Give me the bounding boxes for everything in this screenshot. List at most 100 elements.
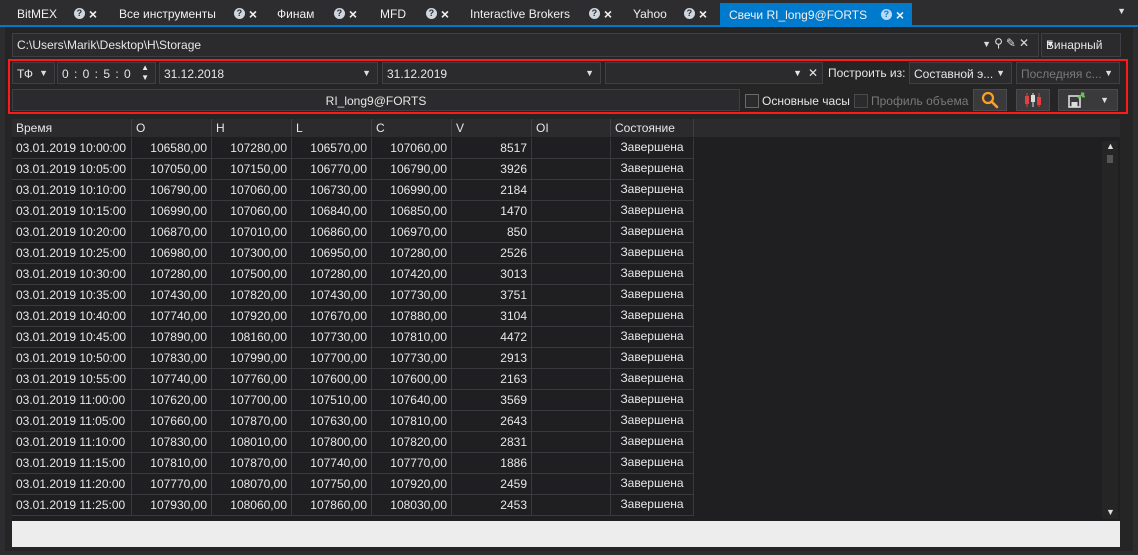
table-cell — [532, 474, 611, 495]
table-row[interactable]: 03.01.2019 11:05:00 107660,00 107870,00 107… — [12, 411, 694, 432]
help-icon[interactable]: ? — [425, 8, 437, 19]
timeframe-value: 0 : 0 : 5 : 0 — [62, 67, 132, 81]
export-button[interactable]: ▼ — [1058, 89, 1118, 111]
close-icon[interactable]: × — [441, 7, 449, 21]
table-row[interactable]: 03.01.2019 11:15:00 107810,00 107870,00 107… — [12, 453, 694, 474]
table-cell: Завершена — [611, 306, 694, 327]
help-icon[interactable]: ? — [683, 8, 695, 19]
table-row[interactable]: 03.01.2019 11:20:00 107770,00 108070,00 107… — [12, 474, 694, 495]
close-icon[interactable]: × — [89, 7, 97, 21]
build-from-label: Построить из: — [828, 66, 906, 80]
clear-icon[interactable]: ✕ — [1019, 36, 1032, 50]
column-header[interactable]: H — [212, 119, 292, 137]
tab-bitmex[interactable]: BitMEX ? × — [8, 3, 105, 24]
table-row[interactable]: 03.01.2019 10:25:00 106980,00 107300,00 106… — [12, 243, 694, 264]
main-hours-checkbox[interactable] — [745, 94, 759, 108]
help-icon[interactable]: ? — [588, 8, 600, 19]
last-select[interactable]: Последняя с... ▼ — [1016, 62, 1120, 84]
tab-interactive-brokers[interactable]: Interactive Brokers ? × — [461, 3, 620, 24]
filter-select[interactable]: ▼ ✕ — [605, 62, 823, 84]
tab-yahoo[interactable]: Yahoo ? × — [624, 3, 715, 24]
tab-mfd[interactable]: MFD ? × — [371, 3, 457, 24]
table-cell: 03.01.2019 10:10:00 — [12, 180, 132, 201]
close-icon[interactable]: × — [349, 7, 357, 21]
table-cell: 107010,00 — [212, 222, 292, 243]
from-date-picker[interactable]: 31.12.2018 ▼ — [159, 62, 378, 84]
spin-down-icon[interactable]: ▼ — [141, 73, 149, 82]
vertical-scrollbar[interactable]: ▲ ▼ — [1102, 141, 1118, 519]
column-header[interactable]: L — [292, 119, 372, 137]
table-row[interactable]: 03.01.2019 10:10:00 106790,00 107060,00 106… — [12, 180, 694, 201]
table-cell — [532, 432, 611, 453]
candles-table[interactable]: Время O H L C V OI Состояние 03.01.2019 10:00:0… — [12, 119, 1120, 521]
search-icon[interactable]: ⚲ — [994, 36, 1006, 50]
volume-profile-checkbox[interactable] — [854, 94, 868, 108]
table-cell: 107990,00 — [212, 348, 292, 369]
scroll-thumb[interactable] — [1107, 155, 1113, 163]
chevron-down-icon: ▼ — [1100, 95, 1109, 105]
table-row[interactable]: 03.01.2019 10:35:00 107430,00 107820,00 107… — [12, 285, 694, 306]
close-icon[interactable]: × — [699, 7, 707, 21]
table-row[interactable]: 03.01.2019 10:20:00 106870,00 107010,00 106… — [12, 222, 694, 243]
status-bar — [12, 521, 1120, 547]
column-header[interactable]: O — [132, 119, 212, 137]
table-row[interactable]: 03.01.2019 11:25:00 107930,00 108060,00 107… — [12, 495, 694, 516]
dropdown-icon[interactable]: ▼ — [982, 39, 994, 49]
security-field[interactable]: RI_long9@FORTS — [12, 89, 740, 111]
table-row[interactable]: 03.01.2019 11:10:00 107830,00 108010,00 107… — [12, 432, 694, 453]
search-button[interactable] — [973, 89, 1007, 111]
table-row[interactable]: 03.01.2019 10:45:00 107890,00 108160,00 107… — [12, 327, 694, 348]
storage-path-field[interactable]: C:\Users\Marik\Desktop\H\Storage ▼⚲✎✕ — [12, 33, 1039, 57]
table-cell: 03.01.2019 10:35:00 — [12, 285, 132, 306]
column-header[interactable]: Время — [12, 119, 132, 137]
column-header[interactable]: Состояние — [611, 119, 694, 137]
table-cell: 107280,00 — [292, 264, 372, 285]
table-row[interactable]: 03.01.2019 11:00:00 107620,00 107700,00 107… — [12, 390, 694, 411]
tab-all-instruments[interactable]: Все инструменты ? × — [110, 3, 265, 24]
chevron-down-icon: ▼ — [1046, 39, 1055, 49]
table-row[interactable]: 03.01.2019 10:30:00 107280,00 107500,00 107… — [12, 264, 694, 285]
column-header[interactable]: C — [372, 119, 452, 137]
help-icon[interactable]: ? — [233, 8, 245, 19]
table-row[interactable]: 03.01.2019 10:55:00 107740,00 107760,00 107… — [12, 369, 694, 390]
column-header[interactable]: V — [452, 119, 532, 137]
tab-candles[interactable]: Свечи RI_long9@FORTS ? × — [720, 3, 912, 26]
help-icon[interactable]: ? — [333, 8, 345, 19]
close-icon[interactable]: × — [249, 7, 257, 21]
table-cell: 2643 — [452, 411, 532, 432]
table-cell — [532, 264, 611, 285]
table-row[interactable]: 03.01.2019 10:50:00 107830,00 107990,00 107… — [12, 348, 694, 369]
help-icon[interactable]: ? — [880, 9, 892, 20]
table-cell: 106980,00 — [132, 243, 212, 264]
table-row[interactable]: 03.01.2019 10:05:00 107050,00 107150,00 106… — [12, 159, 694, 180]
table-row[interactable]: 03.01.2019 10:40:00 107740,00 107920,00 107… — [12, 306, 694, 327]
tf-label: ТФ — [17, 67, 34, 81]
help-icon[interactable]: ? — [73, 8, 85, 19]
table-row[interactable]: 03.01.2019 10:15:00 106990,00 107060,00 106… — [12, 201, 694, 222]
table-cell: 107750,00 — [292, 474, 372, 495]
table-cell: Завершена — [611, 243, 694, 264]
clear-icon[interactable]: ✕ — [808, 66, 818, 80]
table-cell: 106730,00 — [292, 180, 372, 201]
timeframe-input[interactable]: 0 : 0 : 5 : 0 ▲ ▼ — [57, 62, 156, 84]
tf-select[interactable]: ТФ ▼ — [12, 62, 55, 84]
spin-up-icon[interactable]: ▲ — [141, 63, 149, 72]
scroll-down-icon[interactable]: ▼ — [1106, 507, 1115, 517]
close-icon[interactable]: × — [896, 8, 904, 22]
close-icon[interactable]: × — [604, 7, 612, 21]
table-cell: 107740,00 — [292, 453, 372, 474]
column-header[interactable]: OI — [532, 119, 611, 137]
tab-list-dropdown-icon[interactable]: ▼ — [1117, 6, 1126, 16]
tab-label: Свечи RI_long9@FORTS — [729, 7, 868, 22]
table-row[interactable]: 03.01.2019 10:00:00 106580,00 107280,00 106… — [12, 138, 694, 159]
table-cell — [532, 138, 611, 159]
tab-bar: BitMEX ? × Все инструменты ? × Финам ? ×… — [0, 0, 1138, 26]
table-cell: Завершена — [611, 495, 694, 516]
build-from-select[interactable]: Составной э... ▼ — [909, 62, 1012, 84]
storage-format-select[interactable]: Бинарный ▼ — [1041, 33, 1121, 57]
edit-icon[interactable]: ✎ — [1006, 36, 1019, 50]
to-date-picker[interactable]: 31.12.2019 ▼ — [382, 62, 601, 84]
chart-button[interactable] — [1016, 89, 1050, 111]
scroll-up-icon[interactable]: ▲ — [1106, 141, 1115, 151]
tab-finam[interactable]: Финам ? × — [268, 3, 365, 24]
